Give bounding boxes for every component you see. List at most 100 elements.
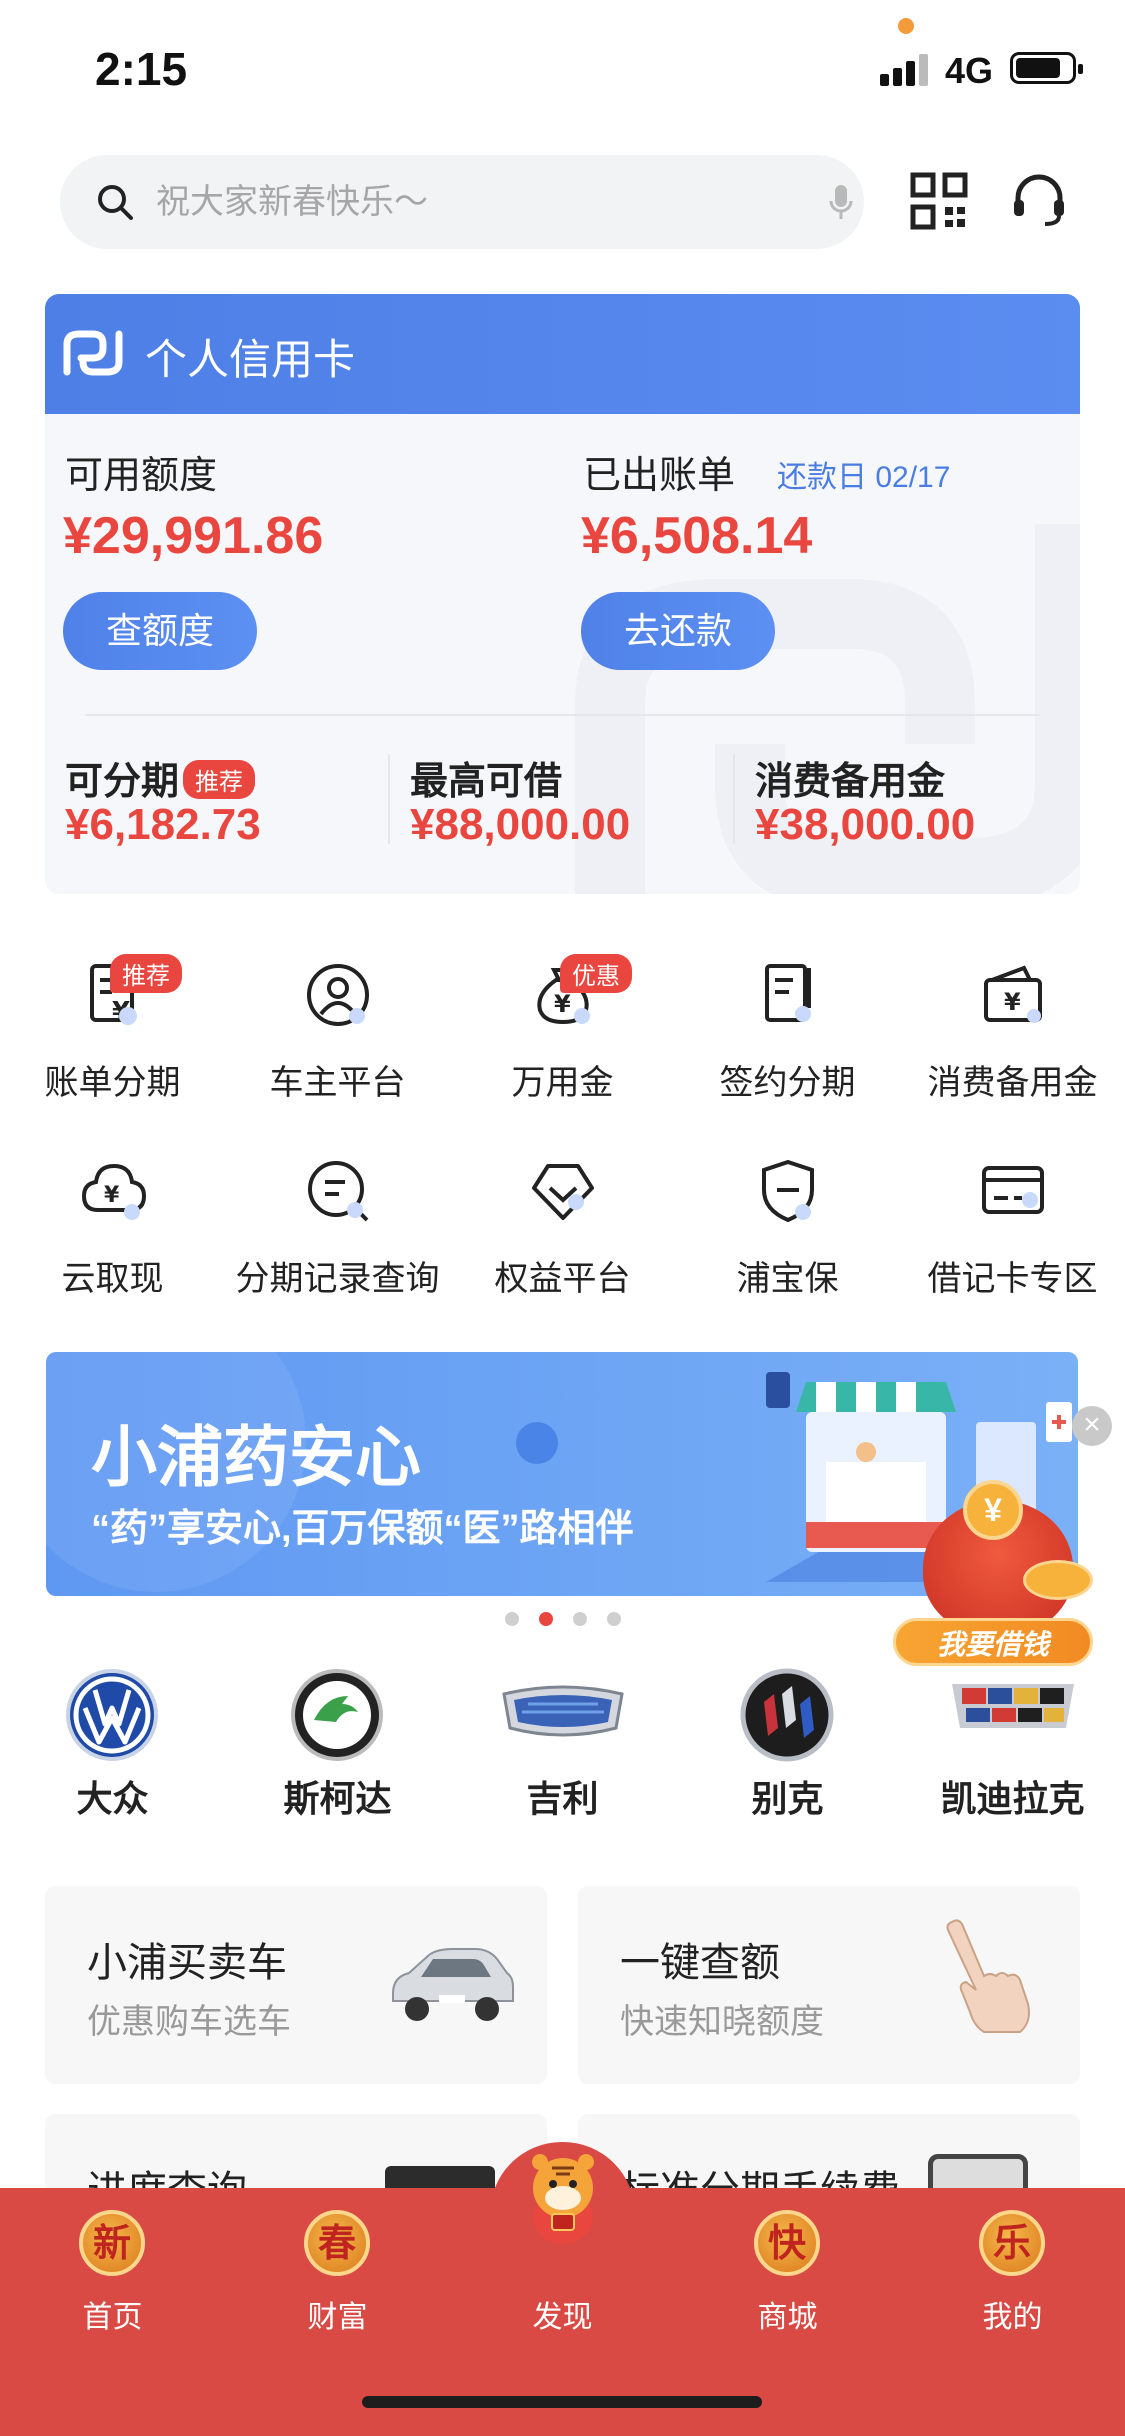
- grid-reserve-fund[interactable]: ¥ 消费备用金: [900, 960, 1125, 1110]
- tab-label: 商城: [757, 2301, 818, 2334]
- installment-available-label: 可分期: [65, 761, 180, 803]
- grid-label: 分期记录查询: [235, 1260, 440, 1298]
- carousel-dot: [607, 1612, 621, 1626]
- banner-subtitle: “药”享安心,百万保额“医”路相伴: [91, 1508, 634, 1550]
- contract-icon: [765, 964, 811, 1022]
- cloud-cash-icon: ¥: [81, 1163, 147, 1220]
- tab-mall[interactable]: 快 商城: [675, 2210, 900, 2360]
- brand-label: 大众: [76, 1778, 149, 1819]
- finger-tap-icon: [946, 1919, 1030, 2033]
- service-card-car-trade[interactable]: 小浦买卖车 优惠购车选车: [45, 1886, 547, 2084]
- service-card-subtitle: 优惠购车选车: [87, 2003, 291, 2041]
- divider: [388, 754, 390, 844]
- home-indicator[interactable]: [362, 2396, 762, 2408]
- status-bar: 2:15 4G: [0, 0, 1125, 130]
- borrow-money-float[interactable]: ¥ 我要借钱: [893, 1480, 1093, 1670]
- grid-universal-money[interactable]: ¥ 优惠 万用金: [450, 954, 675, 1110]
- car-image-icon: [392, 1948, 514, 2021]
- grid-label: 万用金: [511, 1064, 614, 1102]
- svg-text:¥: ¥: [1004, 988, 1021, 1016]
- volkswagen-logo-icon: [66, 1669, 158, 1761]
- brand-cadillac[interactable]: 凯迪拉克: [900, 1668, 1125, 1819]
- signal-icon: [880, 52, 932, 86]
- svg-text:¥: ¥: [554, 990, 571, 1018]
- tab-wealth[interactable]: 春 财富: [225, 2210, 450, 2360]
- grid-debit-card[interactable]: 借记卡专区: [900, 1156, 1125, 1306]
- diamond-icon: [532, 1164, 594, 1220]
- grid-label: 消费备用金: [927, 1064, 1098, 1102]
- buick-logo-icon: [740, 1668, 834, 1762]
- reserve-fund-label: 消费备用金: [755, 761, 946, 803]
- credit-card-header[interactable]: 个人信用卡: [45, 294, 1080, 414]
- car-owner-icon: [307, 964, 369, 1026]
- brand-label: 别克: [751, 1778, 824, 1819]
- max-loan-label: 最高可借: [410, 761, 563, 803]
- search-icon: [98, 185, 133, 220]
- grid-benefits[interactable]: 权益平台: [450, 1156, 675, 1306]
- tab-label: 财富: [307, 2301, 368, 2334]
- status-time: 2:15: [95, 43, 188, 95]
- repay-button[interactable]: 去还款: [581, 592, 775, 670]
- home-icon: 新: [79, 2210, 145, 2276]
- tab-discover[interactable]: 发现: [450, 2154, 675, 2360]
- customer-service-icon[interactable]: [1010, 172, 1068, 230]
- profile-icon: 乐: [979, 2210, 1045, 2276]
- brand-volkswagen[interactable]: 大众: [0, 1668, 225, 1819]
- grid-label: 权益平台: [494, 1260, 631, 1298]
- check-credit-button[interactable]: 查额度: [63, 592, 257, 670]
- mall-icon: 快: [754, 2210, 820, 2276]
- shield-icon: [762, 1159, 814, 1223]
- tiger-mascot-icon: [532, 2154, 594, 2244]
- banner-title: 小浦药安心: [91, 1420, 421, 1494]
- coin-icon: ¥: [963, 1480, 1023, 1540]
- bank-logo-icon: [63, 330, 123, 376]
- available-credit-label: 可用额度: [65, 455, 218, 497]
- discount-badge: 优惠: [560, 954, 632, 993]
- tab-home[interactable]: 新 首页: [0, 2210, 225, 2360]
- geely-logo-icon: [502, 1685, 624, 1737]
- carousel-dot-active: [539, 1612, 553, 1626]
- credit-card-panel: 个人信用卡 可用额度 ¥29,991.86 查额度 已出账单 还款日 02/17…: [45, 294, 1080, 894]
- grid-contract-installment[interactable]: 签约分期: [675, 960, 900, 1110]
- recommend-badge: 推荐: [110, 954, 182, 993]
- service-card-credit-check[interactable]: 一键查额 快速知晓额度: [578, 1886, 1080, 2084]
- service-card-title: 一键查额: [620, 1941, 780, 1985]
- grid-pubaobao[interactable]: 浦宝保: [675, 1156, 900, 1306]
- brand-skoda[interactable]: 斯柯达: [225, 1668, 450, 1819]
- grid-car-owner[interactable]: 车主平台: [225, 960, 450, 1110]
- grid-record-search[interactable]: 分期记录查询: [225, 1156, 450, 1306]
- grid-label: 云取现: [61, 1260, 164, 1298]
- brand-geely[interactable]: 吉利: [450, 1668, 675, 1819]
- tab-mine[interactable]: 乐 我的: [900, 2210, 1125, 2360]
- grid-label: 车主平台: [269, 1064, 406, 1102]
- grid-cloud-cash[interactable]: ¥ 云取现: [0, 1156, 225, 1306]
- brand-label: 斯柯达: [283, 1778, 392, 1819]
- qr-scan-icon[interactable]: [910, 172, 968, 230]
- borrow-money-button[interactable]: 我要借钱: [893, 1618, 1093, 1666]
- close-icon[interactable]: ×: [1072, 1406, 1112, 1446]
- installment-available-amount: ¥6,182.73: [65, 800, 261, 849]
- search-input[interactable]: [156, 173, 756, 231]
- carousel-dot: [505, 1612, 519, 1626]
- brand-buick[interactable]: 别克: [675, 1668, 900, 1819]
- microphone-icon[interactable]: [827, 183, 855, 223]
- search-bar[interactable]: [60, 155, 864, 249]
- tab-label: 发现: [532, 2301, 593, 2334]
- grid-bill-installment[interactable]: ¥ 推荐 账单分期: [0, 954, 225, 1110]
- reserve-fund-amount: ¥38,000.00: [755, 800, 976, 849]
- brand-label: 凯迪拉克: [940, 1778, 1085, 1819]
- grid-label: 浦宝保: [736, 1260, 839, 1298]
- debit-card-icon: [982, 1166, 1044, 1214]
- wallet-icon: ¥: [984, 965, 1042, 1023]
- brand-label: 吉利: [526, 1778, 599, 1819]
- max-loan-amount: ¥88,000.00: [410, 800, 631, 849]
- divider: [733, 754, 735, 844]
- tab-label: 首页: [82, 2301, 143, 2334]
- available-credit-amount: ¥29,991.86: [63, 507, 324, 565]
- coin-stack-icon: [1023, 1560, 1093, 1600]
- svg-text:¥: ¥: [104, 1183, 120, 1208]
- network-type: 4G: [945, 50, 994, 91]
- privacy-indicator-dot: [898, 18, 914, 34]
- recommend-tag: 推荐: [183, 760, 256, 800]
- carousel-dot: [573, 1612, 587, 1626]
